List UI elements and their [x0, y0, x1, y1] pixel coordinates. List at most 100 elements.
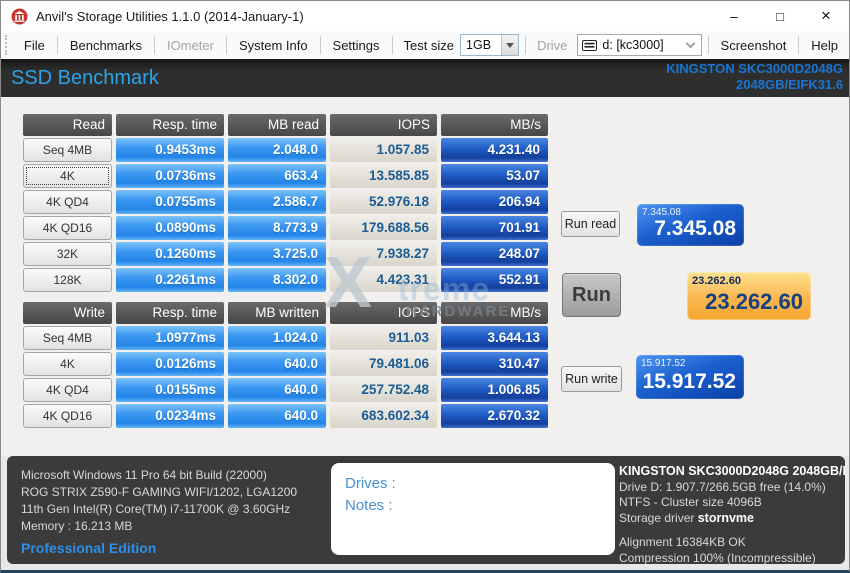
read-resp-cell: 0.0890ms [116, 216, 224, 240]
run-read-button[interactable]: Run read [561, 211, 620, 237]
storage-driver-label: Storage driver [619, 511, 698, 525]
write-iops-cell: 683.602.34 [330, 404, 437, 428]
system-info-block: Microsoft Windows 11 Pro 64 bit Build (2… [21, 467, 297, 535]
read-iops-cell: 7.938.27 [330, 242, 437, 266]
write-header-mb: MB written [228, 302, 326, 324]
write-mb-cell: 1.024.0 [228, 326, 326, 350]
write-4k-button[interactable]: 4K [23, 352, 112, 376]
toolbar-grip[interactable] [5, 35, 9, 55]
write-score-value: 15.917.52 [643, 370, 736, 394]
drive-icon [582, 40, 597, 51]
read-mb-cell: 2.586.7 [228, 190, 326, 214]
write-table: Write Resp. time MB written IOPS MB/s Se… [23, 302, 548, 428]
run-button[interactable]: Run [562, 273, 621, 317]
read-header-read: Read [23, 114, 112, 136]
menu-separator [57, 36, 58, 54]
read-header-mbs: MB/s [441, 114, 548, 136]
read-mbs-cell: 206.94 [441, 190, 548, 214]
menu-file[interactable]: File [13, 33, 56, 57]
write-mbs-cell: 310.47 [441, 352, 548, 376]
read-4kqd16-button[interactable]: 4K QD16 [23, 216, 112, 240]
edition-link[interactable]: Professional Edition [21, 540, 156, 556]
write-mbs-cell: 3.644.13 [441, 326, 548, 350]
write-header-iops: IOPS [330, 302, 437, 324]
read-32k-button[interactable]: 32K [23, 242, 112, 266]
read-score-value: 7.345.08 [654, 217, 736, 241]
drive-model-line: KINGSTON SKC3000D2048G 2048GB/EIFK31.6 [619, 464, 845, 480]
write-4kqd16-button[interactable]: 4K QD16 [23, 404, 112, 428]
menu-help[interactable]: Help [800, 33, 849, 57]
write-resp-cell: 0.0126ms [116, 352, 224, 376]
menu-benchmarks[interactable]: Benchmarks [59, 33, 153, 57]
read-4kqd4-button[interactable]: 4K QD4 [23, 190, 112, 214]
notes-box[interactable]: Drives : Notes : [331, 463, 615, 555]
close-icon[interactable]: × [803, 1, 849, 31]
read-4k-button[interactable]: 4K [23, 164, 112, 188]
menu-separator [525, 36, 526, 54]
menu-settings[interactable]: Settings [322, 33, 391, 57]
read-header-iops: IOPS [330, 114, 437, 136]
menu-screenshot[interactable]: Screenshot [710, 33, 798, 57]
read-score-box: 7.345.08 7.345.08 [637, 204, 744, 246]
write-header-write: Write [23, 302, 112, 324]
chevron-down-icon [506, 43, 514, 48]
read-iops-cell: 179.688.56 [330, 216, 437, 240]
test-size-select[interactable]: 1GB [460, 34, 519, 56]
read-iops-cell: 1.057.85 [330, 138, 437, 162]
title-bar: Anvil's Storage Utilities 1.1.0 (2014-Ja… [1, 1, 849, 31]
read-header-mb: MB read [228, 114, 326, 136]
read-resp-cell: 0.1260ms [116, 242, 224, 266]
read-header-resp: Resp. time [116, 114, 224, 136]
footer-panel: Microsoft Windows 11 Pro 64 bit Build (2… [7, 456, 845, 564]
read-mbs-cell: 4.231.40 [441, 138, 548, 162]
read-mbs-cell: 53.07 [441, 164, 548, 188]
footer: Microsoft Windows 11 Pro 64 bit Build (2… [1, 456, 849, 571]
write-4kqd4-button[interactable]: 4K QD4 [23, 378, 112, 402]
read-mb-cell: 8.773.9 [228, 216, 326, 240]
run-write-button[interactable]: Run write [561, 366, 622, 392]
total-score-box: 23.262.60 23.262.60 [687, 272, 811, 320]
app-icon [11, 8, 28, 25]
drive-value: d: [kc3000] [602, 38, 686, 52]
write-resp-cell: 0.0155ms [116, 378, 224, 402]
menu-separator [708, 36, 709, 54]
app-window: Anvil's Storage Utilities 1.1.0 (2014-Ja… [0, 0, 850, 573]
main-area: Read Resp. time MB read IOPS MB/s Seq 4M… [1, 97, 849, 456]
write-header-resp: Resp. time [116, 302, 224, 324]
write-score-box: 15.917.52 15.917.52 [636, 355, 744, 399]
write-header-mbs: MB/s [441, 302, 548, 324]
benchmark-header: SSD Benchmark KINGSTON SKC3000D2048G 204… [1, 59, 849, 97]
drive-select[interactable]: d: [kc3000] [577, 34, 701, 56]
minimize-icon[interactable]: – [711, 1, 757, 31]
read-128k-button[interactable]: 128K [23, 268, 112, 292]
menu-separator [226, 36, 227, 54]
ntfs-line: NTFS - Cluster size 4096B [619, 495, 845, 511]
chevron-down-icon [685, 38, 695, 48]
read-mb-cell: 3.725.0 [228, 242, 326, 266]
total-score-small: 23.262.60 [692, 275, 741, 287]
maximize-icon[interactable]: □ [757, 1, 803, 31]
write-resp-cell: 0.0234ms [116, 404, 224, 428]
write-mb-cell: 640.0 [228, 378, 326, 402]
dropdown-button[interactable] [501, 35, 518, 55]
spacer [619, 526, 845, 535]
device-model: KINGSTON SKC3000D2048G [666, 61, 843, 77]
write-seq4mb-button[interactable]: Seq 4MB [23, 326, 112, 350]
read-mbs-cell: 248.07 [441, 242, 548, 266]
write-score-small: 15.917.52 [641, 358, 686, 369]
read-mb-cell: 8.302.0 [228, 268, 326, 292]
menu-iometer: IOmeter [156, 33, 225, 57]
read-mb-cell: 663.4 [228, 164, 326, 188]
read-seq4mb-button[interactable]: Seq 4MB [23, 138, 112, 162]
test-size-label: Test size [393, 38, 460, 53]
device-info: KINGSTON SKC3000D2048G 2048GB/EIFK31.6 [666, 61, 843, 93]
drive-details-block: KINGSTON SKC3000D2048G 2048GB/EIFK31.6 D… [619, 464, 845, 564]
read-resp-cell: 0.9453ms [116, 138, 224, 162]
alignment-line: Alignment 16384KB OK [619, 535, 845, 551]
menu-system-info[interactable]: System Info [228, 33, 319, 57]
write-iops-cell: 911.03 [330, 326, 437, 350]
cpu-line: 11th Gen Intel(R) Core(TM) i7-11700K @ 3… [21, 501, 297, 518]
compression-line: Compression 100% (Incompressible) [619, 551, 845, 565]
motherboard-line: ROG STRIX Z590-F GAMING WIFI/1202, LGA12… [21, 484, 297, 501]
write-iops-cell: 79.481.06 [330, 352, 437, 376]
